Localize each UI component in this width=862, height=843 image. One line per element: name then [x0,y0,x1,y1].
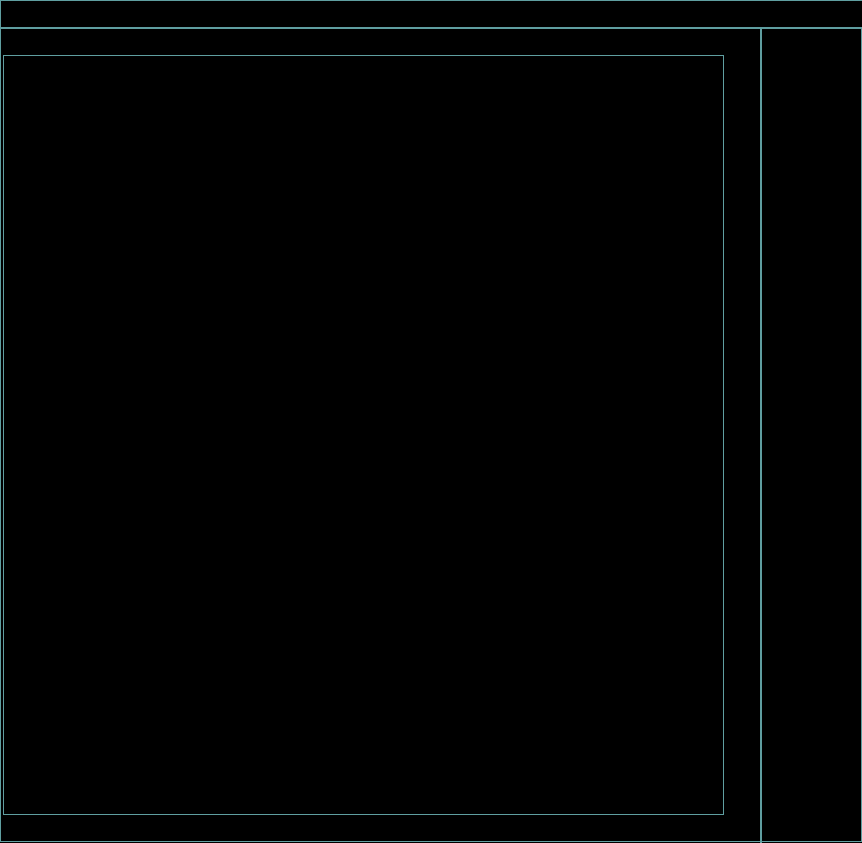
legend-separator-line [760,28,762,843]
radar-app-window [0,0,862,843]
radar-map-canvas [1,1,722,761]
radar-map-area[interactable] [3,55,724,815]
